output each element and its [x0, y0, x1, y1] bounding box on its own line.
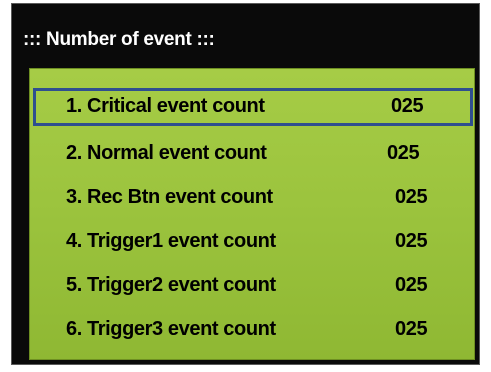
window-title: ::: Number of event ::: — [23, 29, 215, 50]
event-label: 3. Rec Btn event count — [66, 186, 273, 208]
event-label: 6. Trigger3 event count — [66, 318, 276, 340]
event-label: 4. Trigger1 event count — [66, 230, 276, 252]
event-label: 1. Critical event count — [66, 95, 265, 117]
event-count-value: 025 — [387, 142, 420, 164]
event-count-value: 025 — [395, 274, 428, 296]
event-count-value: 025 — [395, 318, 428, 340]
event-row-critical[interactable]: 1. Critical event count 025 — [30, 88, 474, 126]
event-count-value: 025 — [395, 230, 428, 252]
event-label: 2. Normal event count — [66, 142, 267, 164]
event-row-rec-btn[interactable]: 3. Rec Btn event count 025 — [30, 179, 474, 217]
event-label: 5. Trigger2 event count — [66, 274, 276, 296]
event-count-value: 025 — [395, 186, 428, 208]
event-row-trigger1[interactable]: 4. Trigger1 event count 025 — [30, 223, 474, 261]
event-list-panel: 1. Critical event count 025 2. Normal ev… — [29, 68, 475, 360]
event-row-trigger2[interactable]: 5. Trigger2 event count 025 — [30, 267, 474, 305]
event-row-trigger3[interactable]: 6. Trigger3 event count 025 — [30, 311, 474, 349]
event-count-value: 025 — [391, 95, 424, 117]
event-row-normal[interactable]: 2. Normal event count 025 — [30, 135, 474, 173]
